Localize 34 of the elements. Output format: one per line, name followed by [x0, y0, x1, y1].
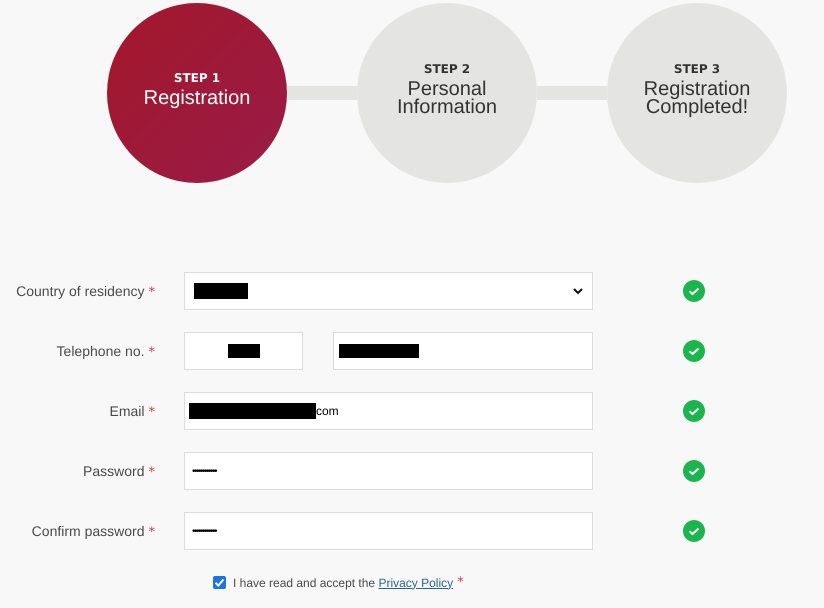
input-field[interactable]: com — [184, 392, 593, 430]
caret-icon — [573, 288, 583, 294]
step-title: Registration — [142, 89, 252, 107]
consent-text: I have read and accept the Privacy Policy — [233, 576, 454, 590]
step-label: STEP 1 — [174, 71, 220, 85]
step-title: Personal Information — [396, 80, 498, 116]
checkbox[interactable] — [213, 576, 226, 589]
field-label: Password — [83, 462, 144, 478]
field-label: Email — [109, 402, 144, 418]
step-title: Registration Completed! — [642, 80, 752, 116]
privacy-policy-link[interactable]: Privacy Policy — [378, 576, 454, 590]
field-label: Confirm password — [32, 522, 144, 538]
required-mark: * — [148, 284, 155, 300]
required-mark: * — [148, 524, 155, 540]
step-connector — [287, 86, 357, 100]
step-circle[interactable]: STEP 2 Personal Information — [357, 3, 537, 183]
country-code-field[interactable] — [184, 332, 303, 370]
required-mark: * — [148, 344, 155, 360]
step-circle[interactable]: STEP 1 Registration — [107, 3, 287, 183]
field-label: Country of residency — [16, 282, 144, 298]
field-value: •••••••••••• — [192, 466, 216, 476]
step-circle[interactable]: STEP 3 Registration Completed! — [607, 3, 787, 183]
country-dropdown[interactable] — [184, 272, 593, 310]
field-value: •••••••••••• — [192, 526, 216, 536]
step-label: STEP 2 — [424, 62, 470, 76]
field-label: Telephone no. — [56, 342, 144, 358]
required-mark: * — [148, 404, 155, 420]
input-field[interactable]: •••••••••••• — [184, 452, 593, 490]
phone-number-field[interactable] — [333, 332, 593, 370]
input-field[interactable]: •••••••••••• — [184, 512, 593, 550]
required-mark: * — [457, 575, 464, 590]
field-value: com — [316, 404, 339, 418]
required-mark: * — [148, 464, 155, 480]
step-label: STEP 3 — [674, 62, 720, 76]
